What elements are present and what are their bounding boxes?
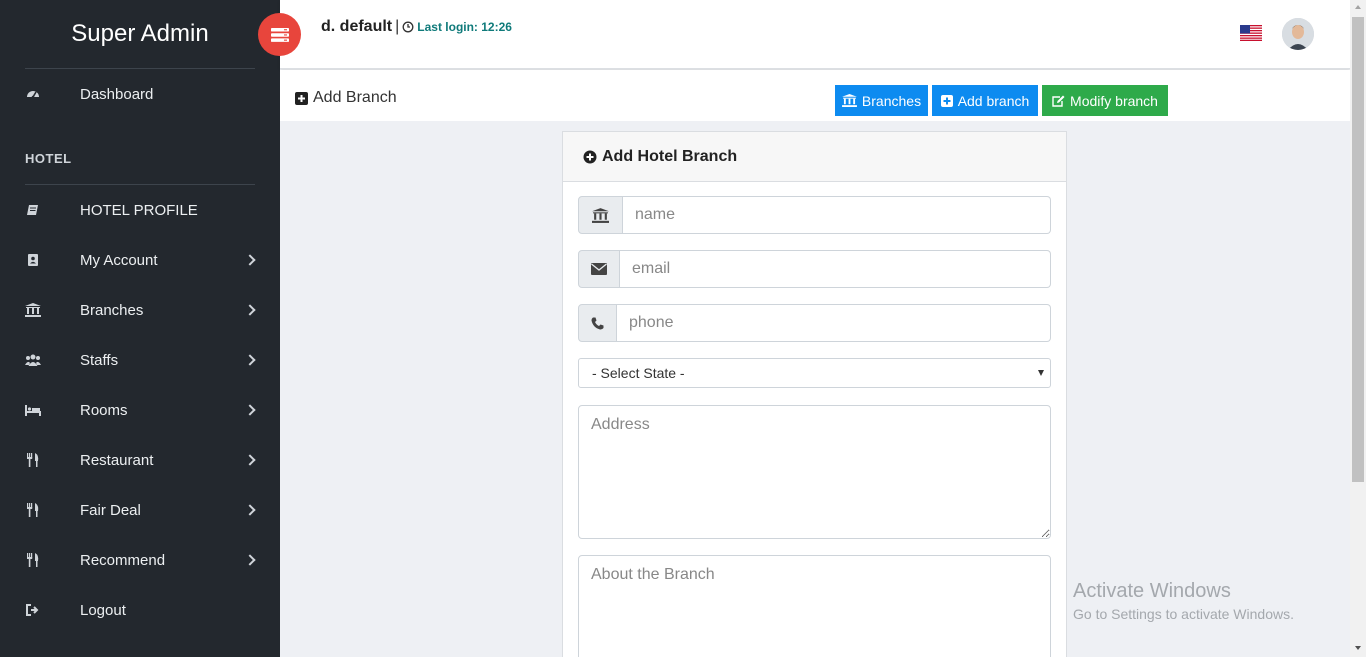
sidebar-item-fair-deal[interactable]: Fair Deal xyxy=(0,490,280,530)
page-header: Add Branch Branches Add branch Modify br… xyxy=(280,70,1350,121)
last-login-text: Last login: 12:26 xyxy=(417,20,512,34)
last-login: Last login: 12:26 xyxy=(402,20,512,34)
cutlery-icon xyxy=(25,502,41,518)
sidebar-item-label: Logout xyxy=(80,601,126,619)
add-branch-button-label: Add branch xyxy=(957,92,1030,109)
phone-field-group xyxy=(578,304,1051,342)
page-title-text: Add Branch xyxy=(313,89,397,106)
envelope-icon xyxy=(578,250,620,288)
chevron-right-icon xyxy=(244,554,256,566)
page-scrollbar[interactable] xyxy=(1350,0,1366,657)
card-title: Add Hotel Branch xyxy=(602,147,738,165)
edit-icon xyxy=(1052,95,1065,107)
sidebar-item-recommend[interactable]: Recommend xyxy=(0,540,280,580)
scrollbar-thumb[interactable] xyxy=(1352,17,1364,482)
sidebar-item-rooms[interactable]: Rooms xyxy=(0,390,280,430)
us-flag-icon[interactable] xyxy=(1240,25,1262,41)
email-field-group xyxy=(578,250,1051,288)
sidebar-item-branches[interactable]: Branches xyxy=(0,290,280,330)
sidebar-item-label: HOTEL PROFILE xyxy=(80,201,198,219)
phone-input[interactable] xyxy=(617,304,1051,342)
users-icon xyxy=(25,352,41,368)
name-input[interactable] xyxy=(623,196,1051,234)
chevron-right-icon xyxy=(244,404,256,416)
sidebar-item-label: Staffs xyxy=(80,351,119,369)
chevron-right-icon xyxy=(244,304,256,316)
avatar[interactable] xyxy=(1282,18,1314,50)
email-input[interactable] xyxy=(620,250,1051,288)
sidebar-item-staffs[interactable]: Staffs xyxy=(0,340,280,380)
scroll-down-arrow-icon[interactable] xyxy=(1355,646,1361,650)
watermark-subtitle: Go to Settings to activate Windows. xyxy=(1073,606,1294,622)
bank-icon xyxy=(25,302,41,318)
menu-toggle-button[interactable] xyxy=(258,13,301,56)
chevron-right-icon xyxy=(244,504,256,516)
user-name: d. default xyxy=(321,18,393,35)
activate-windows-watermark: Activate Windows Go to Settings to activ… xyxy=(1073,580,1294,622)
sidebar-item-label: Recommend xyxy=(80,551,166,569)
sidebar-item-label: Fair Deal xyxy=(80,501,141,519)
address-textarea[interactable] xyxy=(578,405,1051,539)
phone-icon xyxy=(578,304,617,342)
sidebar-item-my-account[interactable]: My Account xyxy=(0,240,280,280)
user-status-line: d. default | Last login: 12:26 xyxy=(321,18,512,36)
clock-icon xyxy=(402,21,414,33)
branches-button[interactable]: Branches xyxy=(835,85,928,116)
sidebar-item-label: Dashboard xyxy=(80,85,154,103)
chevron-right-icon xyxy=(244,354,256,366)
modify-branch-button-label: Modify branch xyxy=(1070,92,1158,109)
sidebar-item-hotel-profile[interactable]: HOTEL PROFILE xyxy=(0,190,280,230)
sidebar-item-label: Restaurant xyxy=(80,451,154,469)
sidebar-item-dashboard[interactable]: Dashboard xyxy=(0,74,280,114)
cutlery-icon xyxy=(25,452,41,468)
scroll-up-arrow-icon[interactable] xyxy=(1355,5,1361,9)
card-header: Add Hotel Branch xyxy=(563,132,1066,182)
chevron-right-icon xyxy=(244,254,256,266)
dashboard-icon xyxy=(25,86,41,102)
address-book-icon xyxy=(25,252,41,268)
plus-square-icon xyxy=(295,91,308,105)
bank-icon xyxy=(841,94,857,107)
name-field-group xyxy=(578,196,1051,234)
sign-out-icon xyxy=(25,602,41,618)
modify-branch-button[interactable]: Modify branch xyxy=(1042,85,1168,116)
branches-button-label: Branches xyxy=(861,92,922,109)
sidebar-item-label: My Account xyxy=(80,251,158,269)
cutlery-icon xyxy=(25,552,41,568)
plus-square-icon xyxy=(940,94,953,107)
state-select-value: - Select State - xyxy=(592,365,685,381)
server-icon xyxy=(270,27,289,42)
about-branch-textarea[interactable] xyxy=(578,555,1051,657)
plus-circle-icon xyxy=(583,150,597,163)
add-branch-form-card: Add Hotel Branch - Select State - xyxy=(562,131,1067,657)
section-divider xyxy=(25,184,255,185)
sidebar: Super Admin Dashboard HOTEL HOTEL PROFIL… xyxy=(0,0,280,657)
sidebar-item-logout[interactable]: Logout xyxy=(0,590,280,630)
sidebar-item-label: Branches xyxy=(80,301,144,319)
chevron-right-icon xyxy=(244,454,256,466)
brand-title: Super Admin xyxy=(71,20,209,47)
separator: | xyxy=(395,18,400,35)
top-bar: d. default | Last login: 12:26 xyxy=(280,0,1350,69)
caret-down-icon xyxy=(1038,370,1044,376)
bank-icon xyxy=(578,196,623,234)
brand-divider xyxy=(25,68,255,69)
section-heading-hotel: HOTEL xyxy=(25,151,72,166)
page-title: Add Branch xyxy=(295,89,397,107)
add-branch-button[interactable]: Add branch xyxy=(932,85,1038,116)
bed-icon xyxy=(25,402,41,418)
state-select[interactable]: - Select State - xyxy=(578,358,1051,388)
sidebar-item-restaurant[interactable]: Restaurant xyxy=(0,440,280,480)
watermark-title: Activate Windows xyxy=(1073,580,1231,602)
sidebar-item-label: Rooms xyxy=(80,401,128,419)
book-icon xyxy=(25,202,41,218)
